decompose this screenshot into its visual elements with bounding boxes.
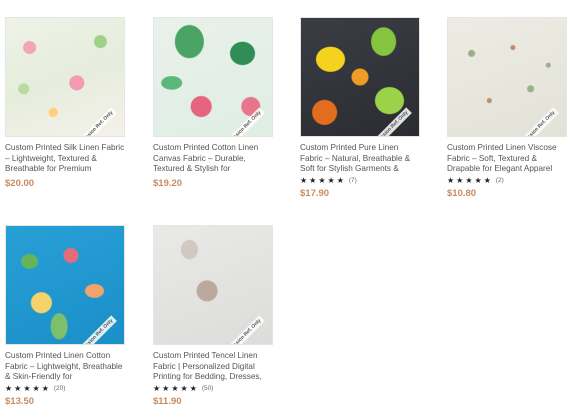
review-count[interactable]: (50) — [202, 385, 214, 392]
review-count[interactable]: (20) — [54, 385, 66, 392]
star-icon: ★ — [32, 384, 40, 393]
product-price: $10.80 — [447, 188, 477, 199]
product-price: $17.90 — [300, 188, 330, 199]
star-icon: ★ — [336, 176, 344, 185]
star-icon: ★ — [465, 176, 473, 185]
watermark-tag: Passion Ref. Only — [226, 107, 266, 136]
star-icon: ★ — [14, 384, 22, 393]
product-image[interactable]: Passion Ref. Only — [153, 17, 273, 137]
product-title[interactable]: Custom Printed Tencel Linen Fabric | Per… — [153, 351, 273, 382]
product-card[interactable]: Passion Ref. Only Custom Printed Linen V… — [447, 17, 567, 199]
product-price: $19.20 — [153, 178, 183, 189]
product-price: $20.00 — [5, 178, 35, 189]
star-rating: ★ ★ ★ ★ ★ (7) — [300, 176, 420, 185]
star-rating: ★ ★ ★ ★ ★ (50) — [153, 384, 273, 393]
watermark-tag: Passion Ref. Only — [78, 315, 118, 344]
star-icon: ★ — [456, 176, 464, 185]
star-icon: ★ — [300, 176, 308, 185]
product-image[interactable]: Passion Ref. Only — [153, 225, 273, 345]
star-icon: ★ — [447, 176, 455, 185]
star-icon: ★ — [474, 176, 482, 185]
product-card[interactable]: Passion Ref. Only Custom Printed Pure Li… — [300, 17, 420, 199]
product-image[interactable]: Passion Ref. Only — [5, 225, 125, 345]
review-count[interactable]: (2) — [496, 177, 504, 184]
star-icon: ★ — [162, 384, 170, 393]
watermark-tag: Passion Ref. Only — [373, 107, 413, 136]
product-card[interactable]: Passion Ref. Only Custom Printed Tencel … — [153, 225, 273, 407]
product-price: $13.50 — [5, 396, 35, 407]
review-count[interactable]: (7) — [349, 177, 357, 184]
watermark-tag: Passion Ref. Only — [78, 107, 118, 136]
product-image[interactable]: Passion Ref. Only — [300, 17, 420, 137]
star-icon: ★ — [153, 384, 161, 393]
star-icon: ★ — [327, 176, 335, 185]
product-title[interactable]: Custom Printed Pure Linen Fabric – Natur… — [300, 143, 420, 174]
star-icon: ★ — [5, 384, 13, 393]
star-rating: ★ ★ ★ ★ ★ (20) — [5, 384, 125, 393]
star-icon: ★ — [23, 384, 31, 393]
product-title[interactable]: Custom Printed Silk Linen Fabric – Light… — [5, 143, 125, 174]
star-icon: ★ — [309, 176, 317, 185]
product-title[interactable]: Custom Printed Linen Viscose Fabric – So… — [447, 143, 567, 174]
star-rating: ★ ★ ★ ★ ★ (2) — [447, 176, 567, 185]
star-icon: ★ — [41, 384, 49, 393]
product-image[interactable]: Passion Ref. Only — [5, 17, 125, 137]
product-card[interactable]: Passion Ref. Only Custom Printed Linen C… — [5, 225, 125, 407]
product-price: $11.90 — [153, 396, 182, 407]
product-card[interactable]: Passion Ref. Only Custom Printed Silk Li… — [5, 17, 125, 189]
watermark-tag: Passion Ref. Only — [520, 107, 560, 136]
product-title[interactable]: Custom Printed Linen Cotton Fabric – Lig… — [5, 351, 125, 382]
product-title[interactable]: Custom Printed Cotton Linen Canvas Fabri… — [153, 143, 273, 174]
star-icon: ★ — [171, 384, 179, 393]
star-icon: ★ — [483, 176, 491, 185]
watermark-tag: Passion Ref. Only — [226, 315, 266, 344]
product-image[interactable]: Passion Ref. Only — [447, 17, 567, 137]
star-icon: ★ — [318, 176, 326, 185]
product-card[interactable]: Passion Ref. Only Custom Printed Cotton … — [153, 17, 273, 189]
star-icon: ★ — [189, 384, 197, 393]
star-icon: ★ — [180, 384, 188, 393]
